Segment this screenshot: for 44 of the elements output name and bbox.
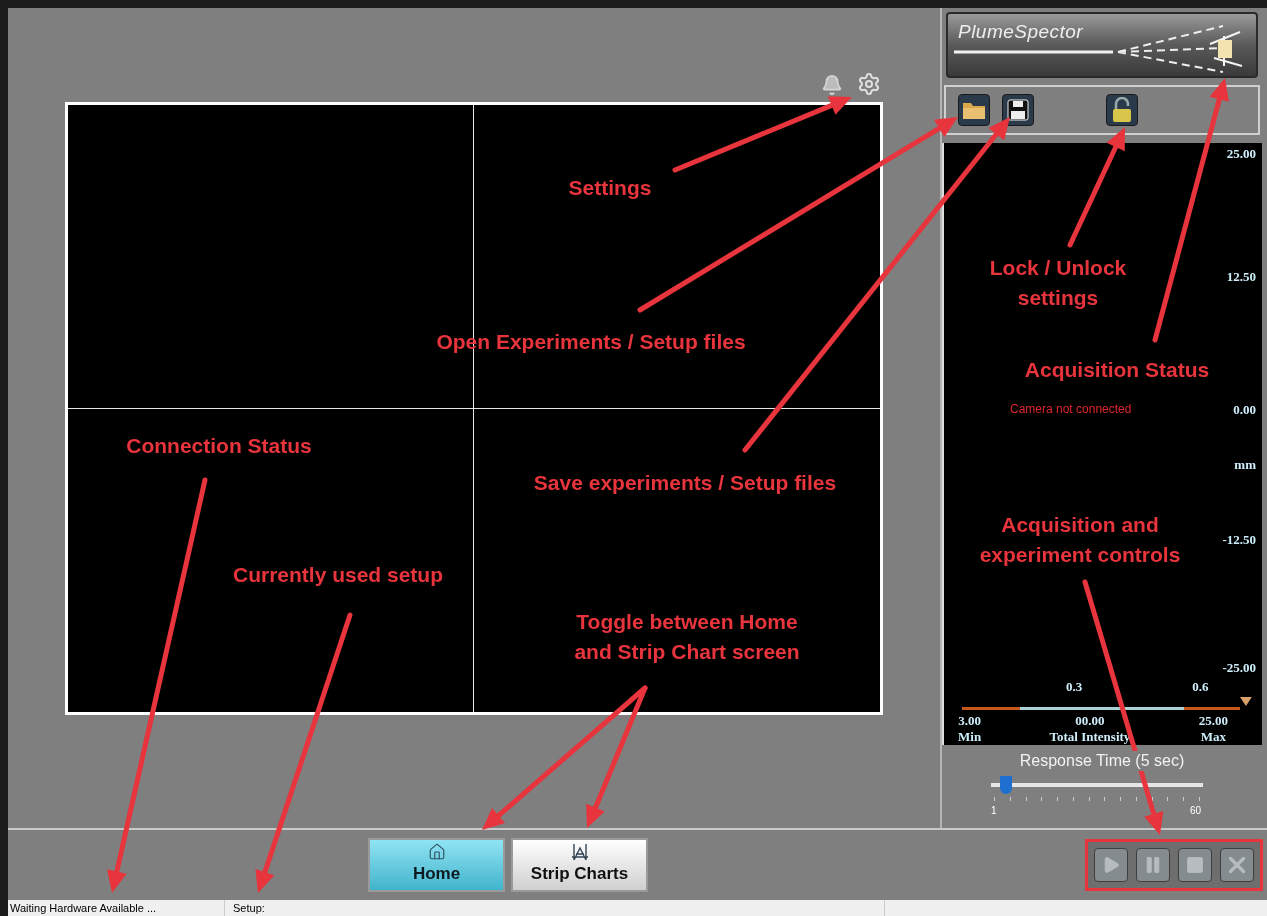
slider-min-label: 1: [991, 804, 997, 818]
axis-label: 12.50: [1226, 270, 1256, 283]
readout-label: Min: [958, 730, 982, 743]
connection-status: Waiting Hardware Available ...: [8, 899, 225, 916]
setup-status: Setup:: [225, 899, 885, 916]
readout-value: 25.00: [1198, 714, 1228, 727]
screen-tab[interactable]: Home: [368, 838, 505, 892]
padlock-icon: [1111, 97, 1133, 123]
annotation-label: Acquisition and experiment controls: [979, 512, 1181, 568]
annotation-label: Save experiments / Setup files: [533, 470, 837, 496]
readout-value: 00.00: [1075, 714, 1105, 727]
stop-icon: [1185, 855, 1205, 875]
annotation-label: Currently used setup: [233, 562, 443, 588]
save-button[interactable]: [1002, 94, 1034, 126]
response-time-label: Response Time (5 sec): [1019, 751, 1185, 771]
screen-tab[interactable]: Strip Charts: [511, 838, 648, 892]
readout-label: Max: [1200, 730, 1226, 743]
settings-icon[interactable]: [857, 72, 881, 96]
axis-label: 0.00: [1233, 402, 1256, 416]
readout-value: 3.00: [958, 714, 981, 727]
marker-triangle-icon: [1240, 697, 1252, 706]
scale-label: 0.3: [1066, 680, 1083, 693]
readout-label: Total Intensity: [1049, 730, 1131, 743]
folder-icon: [962, 100, 986, 120]
axis-label: -12.50: [1222, 533, 1256, 546]
alarm-bell-icon[interactable]: [821, 74, 843, 96]
annotation-label: Connection Status: [126, 433, 312, 459]
axis-label: -25.00: [1222, 661, 1256, 674]
annotation-label: Settings: [568, 175, 652, 201]
annotation-label: Acquisition Status: [1024, 357, 1210, 383]
annotation-label: Lock / Unlock settings: [989, 255, 1127, 311]
home-icon: [427, 843, 446, 862]
axis-label: 25.00: [1226, 147, 1256, 160]
logo-text: PlumeSpector: [958, 20, 1084, 44]
slider-max-label: 60: [1189, 804, 1201, 818]
tower-icon: [569, 843, 590, 862]
axis-unit: mm: [1234, 458, 1256, 471]
annotation-label: Toggle between Home and Strip Chart screen: [574, 609, 800, 665]
status-message: Camera not connected: [1010, 401, 1132, 418]
response-time-slider[interactable]: [991, 775, 1203, 795]
slider-thumb[interactable]: [999, 776, 1012, 794]
open-folder-button[interactable]: [958, 94, 990, 126]
scale-label: 0.6: [1192, 680, 1209, 693]
unlocked-padlock-button[interactable]: [1106, 94, 1138, 126]
